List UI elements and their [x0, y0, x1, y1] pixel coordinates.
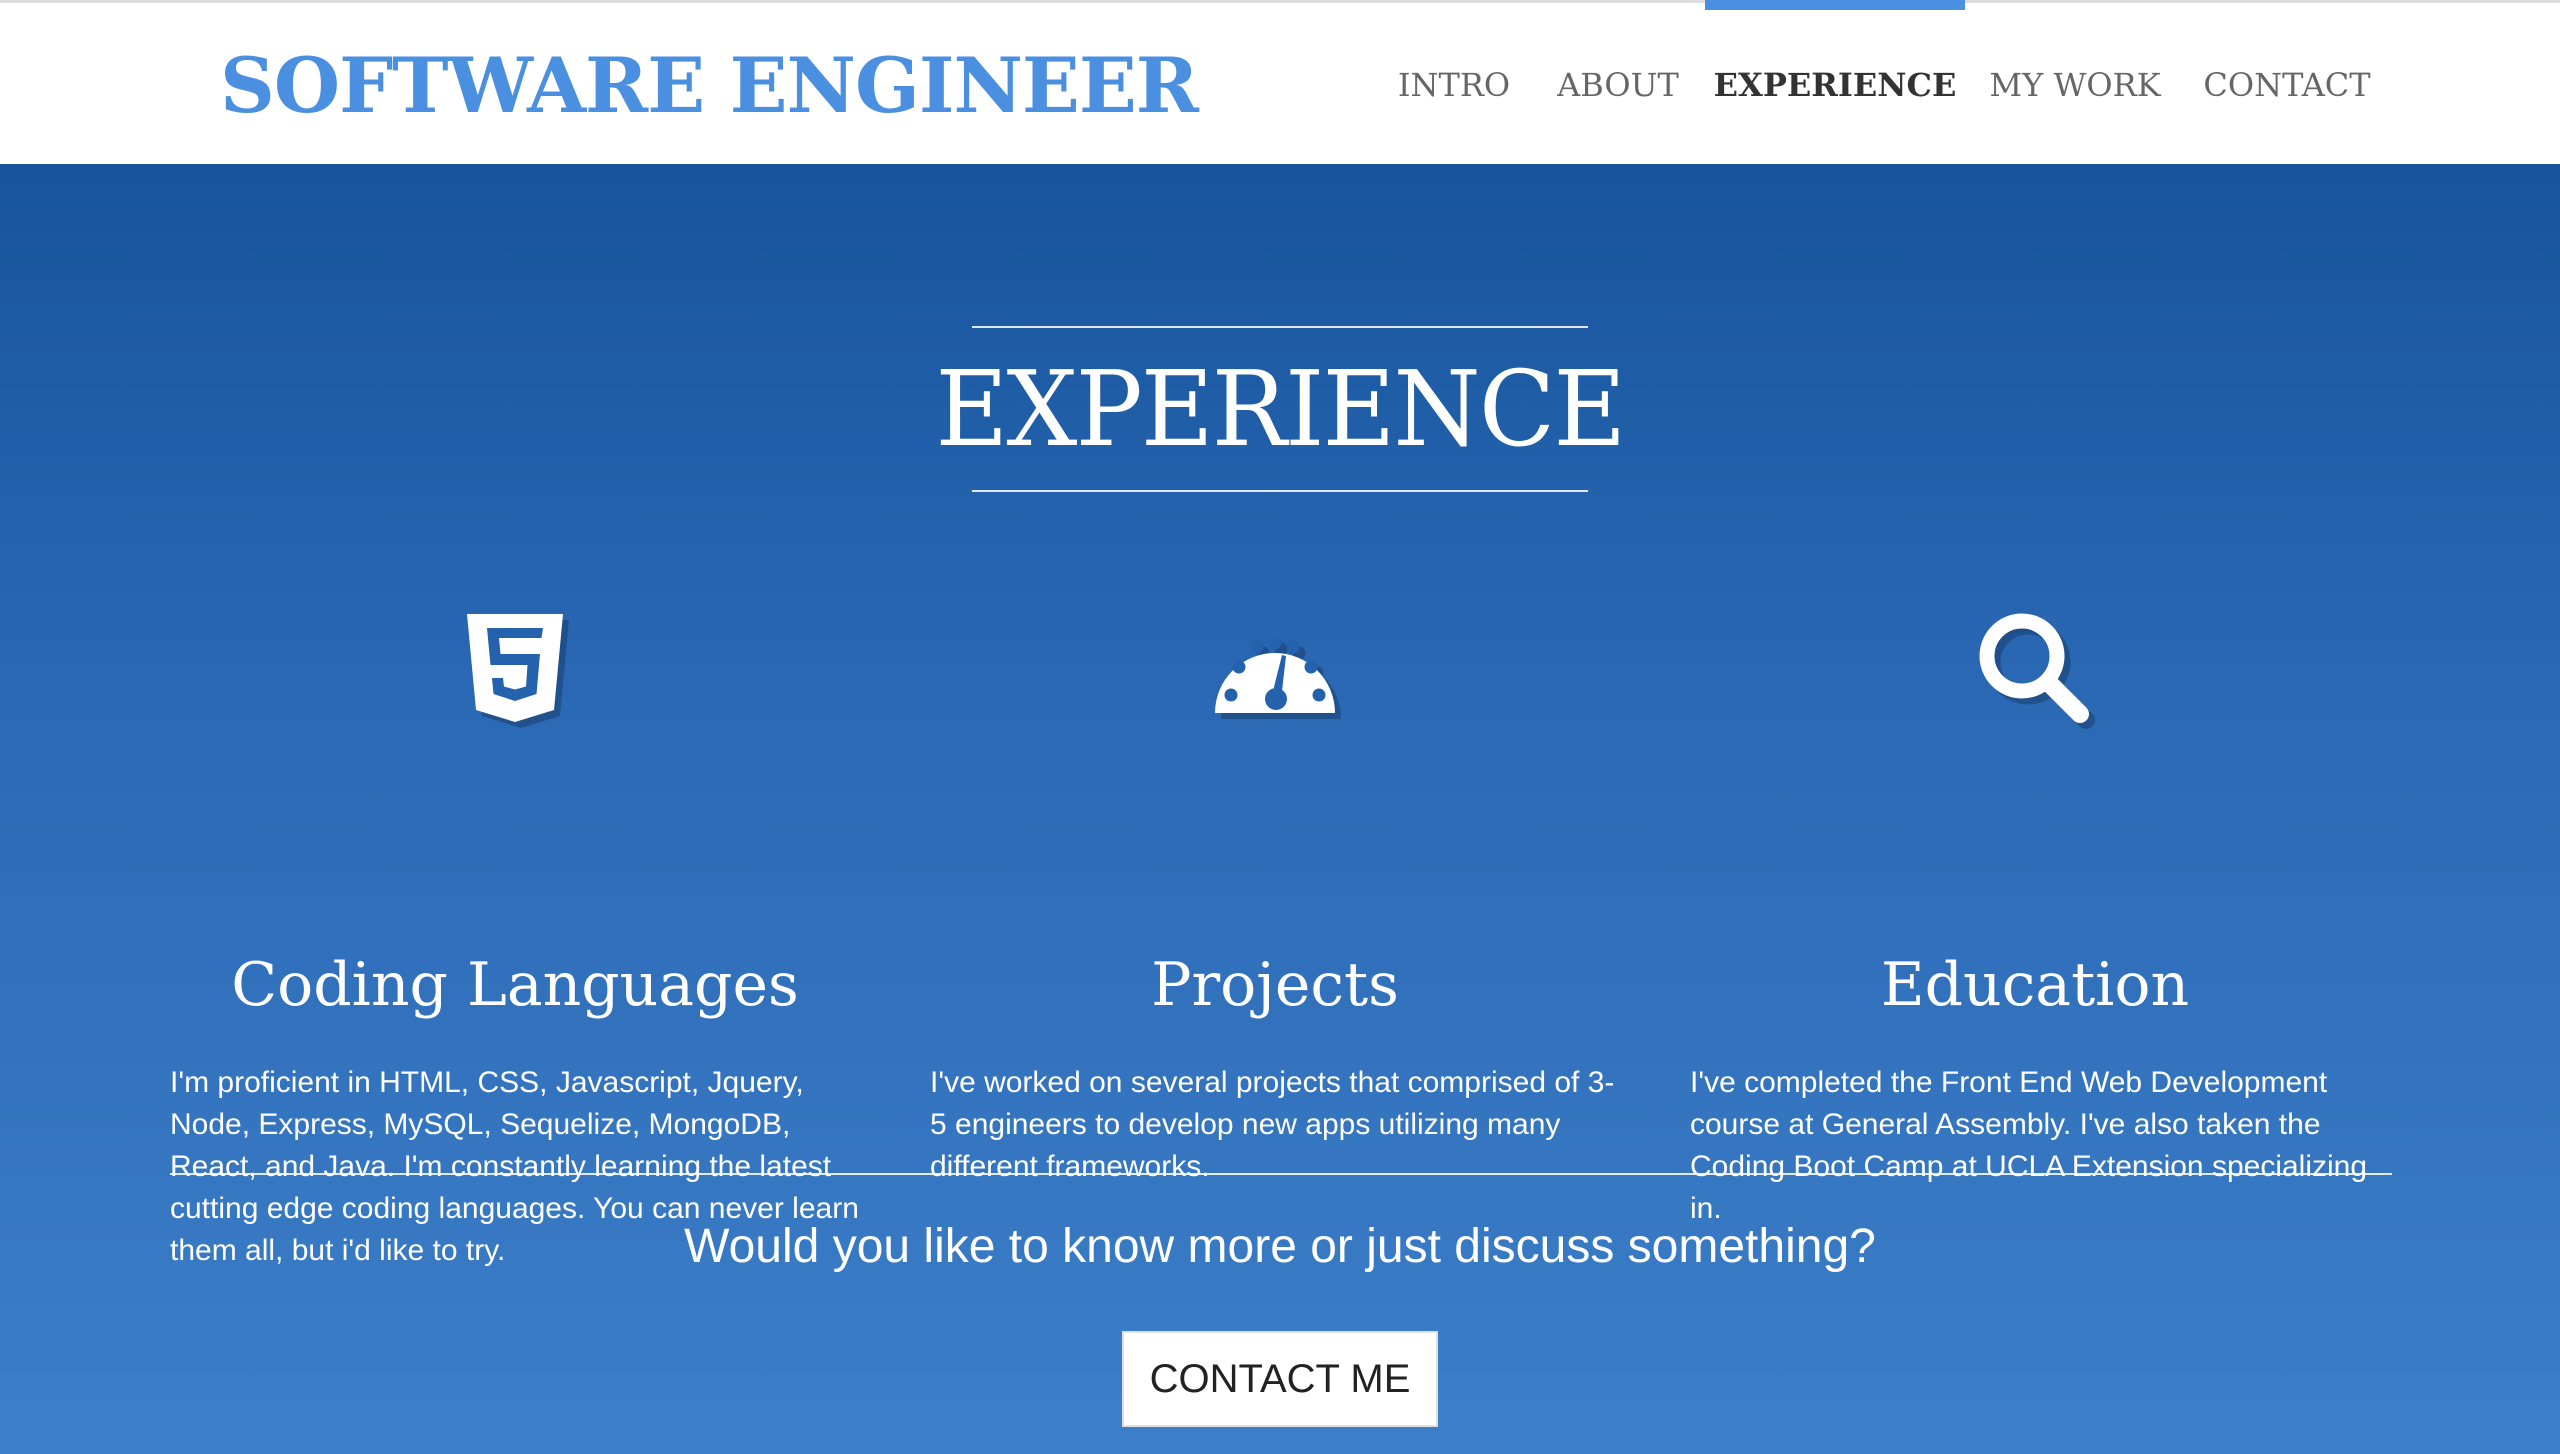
card-text: I've worked on several projects that com… — [930, 1066, 1615, 1183]
main-nav: INTRO ABOUT EXPERIENCE MY WORK CONTACT — [0, 0, 2560, 167]
nav-contact[interactable]: CONTACT — [2202, 3, 2372, 167]
dashboard-icon — [930, 604, 1620, 734]
nav-intro[interactable]: INTRO — [1392, 3, 1516, 167]
section-heading: EXPERIENCE — [935, 348, 1627, 470]
search-icon — [1690, 604, 2380, 734]
experience-section: EXPERIENCE Coding Languages I'm proficie… — [0, 164, 2560, 1454]
contact-me-button[interactable]: CONTACT ME — [1122, 1331, 1438, 1427]
top-navbar: SOFTWARE ENGINEER INTRO ABOUT EXPERIENCE… — [0, 0, 2560, 164]
nav-experience[interactable]: EXPERIENCE — [1705, 0, 1965, 167]
card-title: Education — [1880, 950, 2190, 1020]
card-title: Projects — [1151, 950, 1399, 1020]
card-title: Coding Languages — [231, 950, 799, 1020]
nav-about[interactable]: ABOUT — [1553, 3, 1683, 167]
section-heading-frame: EXPERIENCE — [936, 326, 1626, 492]
cta-question: Would you like to know more or just disc… — [684, 1220, 1876, 1273]
html5-icon — [170, 604, 860, 734]
card-text: I've completed the Front End Web Develop… — [1690, 1066, 2368, 1225]
section-divider — [170, 1173, 2392, 1175]
nav-my-work[interactable]: MY WORK — [1989, 3, 2160, 167]
